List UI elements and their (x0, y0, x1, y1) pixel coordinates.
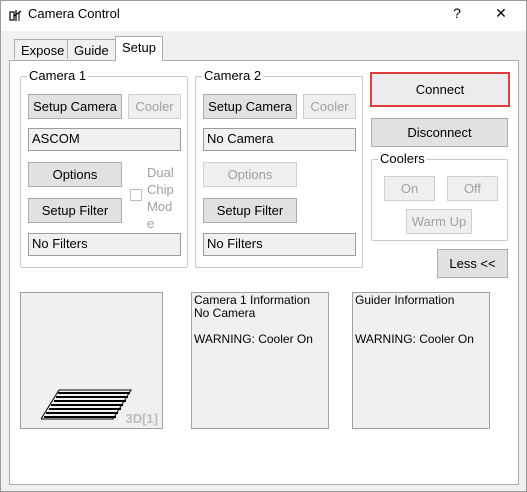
camera2-options-button[interactable]: Options (203, 162, 297, 187)
camera2-name-field: No Camera (203, 128, 356, 151)
window-title: Camera Control (28, 6, 120, 21)
stacked-frames-icon (41, 389, 132, 420)
cooler-warm-up-button[interactable]: Warm Up (406, 209, 472, 234)
cooler-on-button[interactable]: On (384, 176, 435, 201)
dual-chip-label-line-3: Mod (147, 199, 173, 214)
coolers-group: Coolers On Off Warm Up (371, 151, 508, 241)
app-icon (9, 10, 22, 21)
camera2-setup-camera-button[interactable]: Setup Camera (203, 94, 297, 119)
camera2-cooler-button[interactable]: Cooler (303, 94, 356, 119)
cooler-off-button[interactable]: Off (447, 176, 498, 201)
camera2-group: Camera 2 Setup Camera Cooler No Camera O… (195, 68, 363, 268)
dual-chip-mode-label: Dual Chip Mod e (147, 164, 174, 232)
dual-chip-label-line-2: Chip (147, 182, 174, 197)
dual-chip-label-line-1: Dual (147, 165, 174, 180)
title-bar: Camera Control ? ✕ (1, 1, 526, 31)
setup-panel: Camera 1 Setup Camera Cooler ASCOM Optio… (9, 60, 519, 485)
camera2-group-label: Camera 2 (202, 68, 264, 83)
tab-control: Expose Guide Setup Camera 1 Setup Camera… (9, 31, 519, 485)
less-button[interactable]: Less << (437, 249, 508, 278)
camera1-setup-filter-button[interactable]: Setup Filter (28, 198, 122, 223)
camera1-cooler-button[interactable]: Cooler (128, 94, 181, 119)
dual-chip-label-line-4: e (147, 216, 155, 231)
camera1-group-label: Camera 1 (27, 68, 89, 83)
camera2-filter-field: No Filters (203, 233, 356, 256)
close-icon[interactable]: ✕ (491, 5, 511, 22)
help-icon[interactable]: ? (447, 5, 467, 21)
camera1-group: Camera 1 Setup Camera Cooler ASCOM Optio… (20, 68, 188, 268)
connect-button[interactable]: Connect (370, 72, 510, 107)
camera1-filter-field: No Filters (28, 233, 181, 256)
camera1-setup-camera-button[interactable]: Setup Camera (28, 94, 122, 119)
guider-information-box: Guider Information WARNING: Cooler On (352, 292, 490, 429)
dual-chip-mode-checkbox[interactable] (130, 189, 142, 201)
tab-setup[interactable]: Setup (115, 36, 163, 61)
tab-guide[interactable]: Guide (67, 39, 116, 59)
image-preview: 3D[1] (20, 292, 163, 429)
disconnect-button[interactable]: Disconnect (371, 118, 508, 147)
camera1-options-button[interactable]: Options (28, 162, 122, 187)
coolers-group-label: Coolers (378, 151, 427, 166)
camera1-information-box: Camera 1 Information No Camera WARNING: … (191, 292, 329, 429)
tab-expose[interactable]: Expose (14, 39, 72, 59)
camera-control-window: Camera Control ? ✕ Expose Guide Setup Ca… (0, 0, 527, 492)
preview-frame-label: 3D[1] (125, 411, 158, 426)
camera1-name-field: ASCOM (28, 128, 181, 151)
camera2-setup-filter-button[interactable]: Setup Filter (203, 198, 297, 223)
